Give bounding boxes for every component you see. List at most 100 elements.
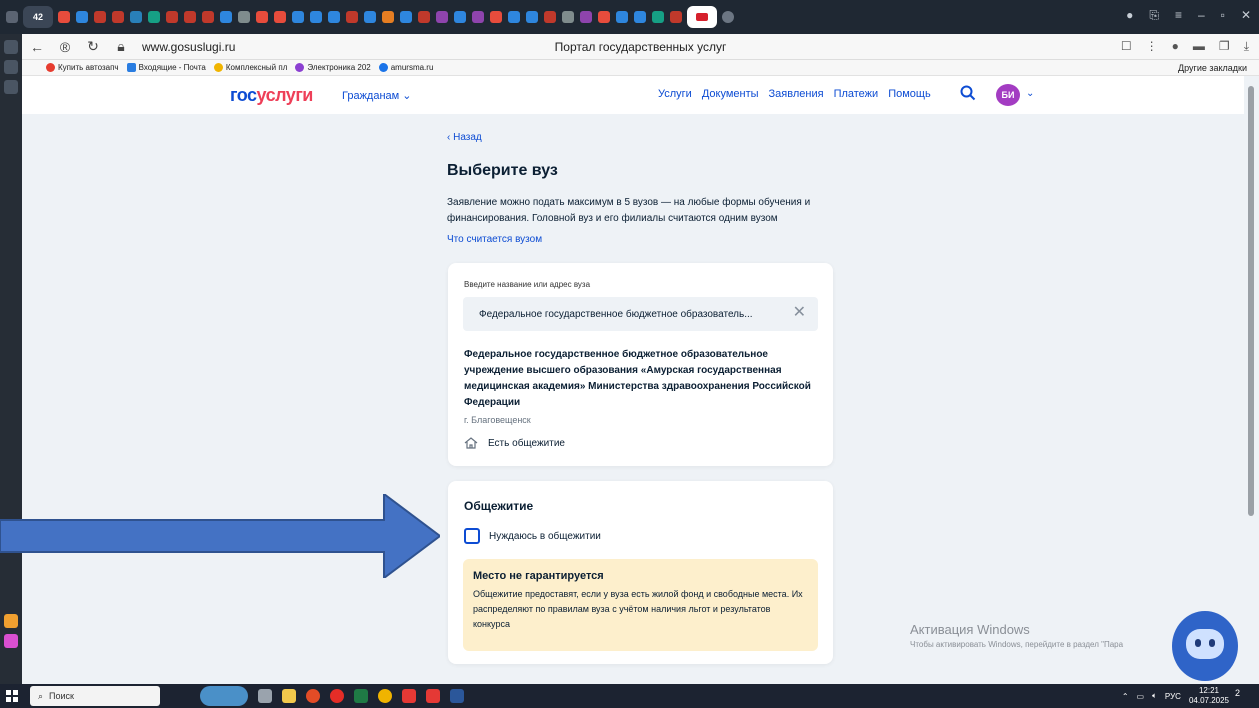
- volume-icon[interactable]: 🔈︎: [1152, 691, 1157, 701]
- tab-favicon-icon[interactable]: [562, 11, 574, 23]
- back-link[interactable]: ‹ Назад: [447, 132, 482, 143]
- extension-icon[interactable]: ●: [1172, 39, 1179, 54]
- sidebar-item-icon[interactable]: [4, 634, 18, 648]
- tab-favicon-icon[interactable]: [256, 11, 268, 23]
- windows-start-icon[interactable]: [0, 684, 24, 708]
- tab-favicon-icon[interactable]: [310, 11, 322, 23]
- tab-favicon-icon[interactable]: [238, 11, 250, 23]
- extensions-icon[interactable]: ⎘: [1149, 8, 1159, 23]
- tab-favicon-icon[interactable]: [508, 11, 520, 23]
- tab-favicon-icon[interactable]: [454, 11, 466, 23]
- nav-payments[interactable]: Платежи: [834, 88, 879, 100]
- url-field[interactable]: www.gosuslugi.ru: [142, 40, 235, 54]
- tab-favicon-icon[interactable]: [580, 11, 592, 23]
- app-icon[interactable]: [402, 689, 416, 703]
- nav-documents[interactable]: Документы: [702, 88, 759, 100]
- tab-favicon-icon[interactable]: [670, 11, 682, 23]
- tray-arrow-icon[interactable]: ⌃: [1122, 692, 1129, 701]
- language-indicator[interactable]: РУС: [1165, 692, 1181, 701]
- tab-favicon-icon[interactable]: [274, 11, 286, 23]
- nav-help[interactable]: Помощь: [888, 88, 931, 100]
- bookmark-item[interactable]: Электроника 202: [295, 63, 371, 72]
- collections-icon[interactable]: ❐: [1219, 39, 1230, 54]
- sidebar-item-icon[interactable]: [4, 60, 18, 74]
- word-icon[interactable]: [450, 689, 464, 703]
- clear-icon[interactable]: ✕: [793, 305, 806, 321]
- flag-icon[interactable]: ▬: [1193, 39, 1205, 54]
- tab-favicon-icon[interactable]: [184, 11, 196, 23]
- tab-favicon-icon[interactable]: [544, 11, 556, 23]
- bookmark-item[interactable]: amursma.ru: [378, 63, 433, 72]
- tab-favicon-icon[interactable]: [220, 11, 232, 23]
- file-explorer-icon[interactable]: [282, 689, 296, 703]
- sidebar-item-icon[interactable]: [4, 80, 18, 94]
- tab-favicon-icon[interactable]: [112, 11, 124, 23]
- tab-favicon-icon[interactable]: [346, 11, 358, 23]
- sidebar-item-icon[interactable]: [4, 614, 18, 628]
- tab-favicon-icon[interactable]: [364, 11, 376, 23]
- audience-selector[interactable]: Гражданам ⌄: [342, 89, 412, 102]
- notifications-icon[interactable]: 2: [1235, 688, 1251, 704]
- chrome-icon[interactable]: [306, 689, 320, 703]
- taskbar-widget-icon[interactable]: [200, 686, 248, 706]
- taskbar-search-input[interactable]: ⌕ Поиск: [30, 686, 160, 706]
- university-search-input[interactable]: Федеральное государственное бюджетное об…: [463, 297, 818, 331]
- close-icon[interactable]: ✕: [1241, 8, 1251, 23]
- menu-icon[interactable]: ≡: [1175, 8, 1182, 23]
- dorm-checkbox-row[interactable]: Нуждаюсь в общежитии: [464, 528, 601, 544]
- gosuslugi-logo[interactable]: госуслуги: [230, 85, 313, 106]
- assistant-robot-icon[interactable]: [1172, 611, 1238, 681]
- nav-applications[interactable]: Заявления: [769, 88, 824, 100]
- download-icon[interactable]: ⤓: [1244, 39, 1249, 54]
- yandex-browser-icon[interactable]: [330, 689, 344, 703]
- avatar[interactable]: БИ: [996, 84, 1020, 106]
- need-dorm-label[interactable]: Нуждаюсь в общежитии: [489, 531, 601, 542]
- tab-favicon-icon[interactable]: [328, 11, 340, 23]
- new-tab-icon[interactable]: [722, 11, 734, 23]
- tab-favicon-icon[interactable]: [490, 11, 502, 23]
- tab-favicon-icon[interactable]: [400, 11, 412, 23]
- more-icon[interactable]: ⋮: [1146, 39, 1158, 54]
- tab-favicon-icon[interactable]: [94, 11, 106, 23]
- tab-favicon-icon[interactable]: [634, 11, 646, 23]
- bookmark-item[interactable]: Входящие - Почта: [126, 63, 206, 72]
- history-icon[interactable]: [6, 11, 18, 23]
- pdf-reader-icon[interactable]: [426, 689, 440, 703]
- protect-icon[interactable]: ®: [58, 39, 72, 55]
- bookmark-icon[interactable]: ☐: [1121, 39, 1132, 54]
- tab-favicon-icon[interactable]: [436, 11, 448, 23]
- chevron-down-icon[interactable]: ⌄: [1026, 88, 1034, 99]
- reload-icon[interactable]: ↻: [86, 38, 100, 55]
- sidebar-item-icon[interactable]: [4, 40, 18, 54]
- tab-favicon-icon[interactable]: [526, 11, 538, 23]
- tab-favicon-icon[interactable]: [58, 11, 70, 23]
- tab-favicon-icon[interactable]: [472, 11, 484, 23]
- minimize-icon[interactable]: –: [1198, 8, 1205, 23]
- tab-favicon-icon[interactable]: [418, 11, 430, 23]
- restore-icon[interactable]: ▫: [1221, 8, 1225, 23]
- nav-services[interactable]: Услуги: [658, 88, 692, 100]
- tab-favicon-icon[interactable]: [292, 11, 304, 23]
- app-icon[interactable]: [378, 689, 392, 703]
- clock[interactable]: 12:21 04.07.2025: [1189, 686, 1229, 706]
- tab-favicon-icon[interactable]: [148, 11, 160, 23]
- search-icon[interactable]: [960, 85, 976, 101]
- scrollbar-thumb[interactable]: [1248, 86, 1254, 516]
- back-arrow-icon[interactable]: ←: [30, 39, 44, 55]
- tab-favicon-icon[interactable]: [616, 11, 628, 23]
- tab-favicon-icon[interactable]: [382, 11, 394, 23]
- need-dorm-checkbox[interactable]: [464, 528, 480, 544]
- profile-icon[interactable]: ●: [1126, 8, 1133, 23]
- active-tab[interactable]: [687, 6, 717, 28]
- tab-favicon-icon[interactable]: [130, 11, 142, 23]
- tab-favicon-icon[interactable]: [598, 11, 610, 23]
- bookmark-item[interactable]: Купить автозапч: [46, 63, 119, 72]
- tab-favicon-icon[interactable]: [76, 11, 88, 23]
- task-view-icon[interactable]: [258, 689, 272, 703]
- other-bookmarks[interactable]: Другие закладки: [1178, 63, 1247, 73]
- bookmark-item[interactable]: Комплексный пл: [213, 63, 287, 72]
- network-icon[interactable]: ▭: [1137, 692, 1145, 701]
- tab-counter[interactable]: 42: [23, 6, 53, 28]
- tab-favicon-icon[interactable]: [166, 11, 178, 23]
- excel-icon[interactable]: [354, 689, 368, 703]
